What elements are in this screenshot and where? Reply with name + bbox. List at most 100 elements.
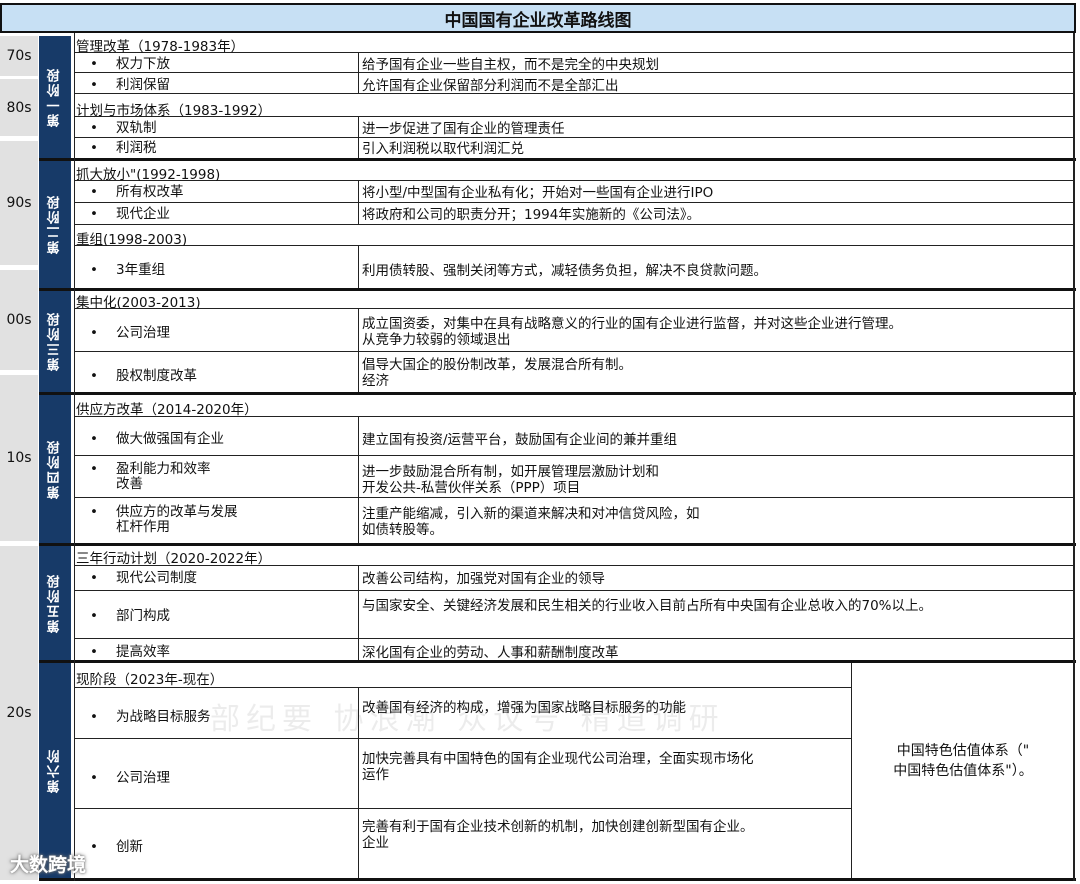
- bullet-icon: •: [90, 461, 98, 477]
- decade-label: 90s: [0, 141, 38, 265]
- bullet-icon: •: [90, 325, 98, 341]
- bullet-icon: •: [90, 120, 98, 136]
- list-item: • 提高效率: [90, 645, 170, 660]
- bullet-icon: •: [90, 709, 98, 725]
- side-note-line: 中国特色估值体系（": [896, 743, 1030, 759]
- row-divider: [74, 202, 1074, 203]
- column-divider: [358, 565, 359, 660]
- decade-label: 80s: [0, 79, 38, 136]
- bullet-icon: •: [90, 140, 98, 156]
- item-description: 引入利润税以取代利润汇兑: [362, 141, 524, 157]
- item-description: 建立国有投资/运营平台，鼓励国有企业间的兼并重组: [362, 432, 678, 448]
- description-line: 注重产能缩减，引入新的渠道来解决和对冲信贷风险，如: [362, 506, 700, 522]
- item-description: 进一步促进了国有企业的管理责任: [362, 121, 565, 137]
- column-divider: [74, 33, 75, 881]
- phase-heading: 三年行动计划（2020-2022年）: [76, 551, 272, 567]
- phase-heading: 现阶段（2023年-现在）: [76, 672, 224, 688]
- row-divider: [74, 455, 1074, 456]
- item-label: 双轨制: [116, 120, 157, 136]
- list-item: • 创新: [90, 840, 143, 855]
- item-description: 将小型/中型国有企业私有化；开始对一些国有企业进行IPO: [362, 185, 714, 201]
- row-divider: [74, 245, 1074, 246]
- watermark: 部纪要 协浪潮 众议号 精道调研: [210, 702, 725, 737]
- item-description: 利用债转股、强制关闭等方式，减轻债务负担，解决不良贷款问题。: [362, 263, 767, 279]
- item-description: 成立国资委，对集中在具有战略意义的行业的国有企业进行监督，并对这些企业进行管理。…: [362, 316, 902, 348]
- item-description: 将政府和公司的职责分开；1994年实施新的《公司法》。: [362, 207, 701, 223]
- description-line: 加快完善具有中国特色的国有企业现代公司治理，全面实现市场化: [362, 751, 754, 767]
- bullet-icon: •: [90, 839, 98, 855]
- bullet-icon: •: [90, 262, 98, 278]
- description-line: 开发公共-私营伙伴关系（PPP）项目: [362, 480, 581, 496]
- item-label: 盈利能力和效率: [116, 461, 211, 477]
- phase-heading: 集中化(2003-2013): [76, 295, 201, 311]
- row-divider: [74, 137, 1074, 138]
- list-item: • 利润税: [90, 141, 157, 156]
- list-item: • 供应方的改革与发展 杠杆作用: [90, 505, 238, 535]
- column-divider: [358, 180, 359, 224]
- brand-logo: 大数跨境: [10, 854, 87, 876]
- description-line: 成立国资委，对集中在具有战略意义的行业的国有企业进行监督，并对这些企业进行管理。: [362, 316, 902, 332]
- item-description: 完善有利于国有企业技术创新的机制，加快创建创新型国有企业。 企业: [362, 819, 754, 851]
- stage-separator: [39, 878, 1076, 881]
- item-description: 给予国有企业一些自主权，而不是完全的中央规划: [362, 57, 659, 73]
- item-label: 现代企业: [116, 206, 170, 222]
- item-description: 注重产能缩减，引入新的渠道来解决和对冲信贷风险，如 如债转股等。: [362, 506, 700, 538]
- list-item: • 所有权改革: [90, 185, 184, 200]
- list-item: • 现代公司制度: [90, 571, 197, 586]
- bullet-icon: •: [90, 504, 98, 520]
- item-label: 公司治理: [116, 325, 170, 341]
- bullet-icon: •: [90, 608, 98, 624]
- description-line: 从竞争力较弱的领域退出: [362, 332, 511, 348]
- side-note: 中国特色估值体系（" 中国特色估值体系"）。: [853, 741, 1073, 781]
- item-label-continued: 改善: [116, 476, 143, 492]
- stage-label: 第五阶段: [39, 546, 71, 660]
- item-label: 所有权改革: [116, 184, 184, 200]
- page-title: 中国国有企业改革路线图: [0, 3, 1076, 33]
- stage-label: 第四阶段: [39, 395, 71, 543]
- list-item: • 公司治理: [90, 326, 170, 341]
- bullet-icon: •: [90, 77, 98, 93]
- table-border: [1073, 33, 1075, 881]
- item-label: 公司治理: [116, 770, 170, 786]
- column-divider: [358, 308, 359, 392]
- row-divider: [74, 497, 1074, 498]
- item-label-continued: 杠杆作用: [116, 519, 170, 535]
- bullet-icon: •: [90, 368, 98, 384]
- list-item: • 现代企业: [90, 207, 170, 222]
- phase-heading: 计划与市场体系（1983-1992）: [76, 103, 272, 119]
- list-item: • 权力下放: [90, 57, 170, 72]
- description-line: 进一步鼓励混合所有制，如开展管理层激励计划和: [362, 464, 659, 480]
- item-description: 加快完善具有中国特色的国有企业现代公司治理，全面实现市场化 运作: [362, 751, 754, 783]
- phase-heading: 重组(1998-2003): [76, 232, 188, 248]
- description-line: 倡导大国企的股份制改革，发展混合所有制。: [362, 357, 632, 373]
- row-divider: [74, 180, 1074, 181]
- row-divider: [74, 808, 852, 809]
- phase-heading: 管理改革（1978-1983年）: [76, 39, 245, 55]
- column-divider: [358, 52, 359, 94]
- item-label: 提高效率: [116, 644, 170, 660]
- item-label: 现代公司制度: [116, 570, 197, 586]
- list-item: • 股权制度改革: [90, 369, 197, 384]
- list-item: • 盈利能力和效率 改善: [90, 462, 211, 492]
- description-line: 如债转股等。: [362, 522, 443, 538]
- decade-label: 10s: [0, 375, 38, 541]
- row-divider: [74, 738, 852, 739]
- description-line: 运作: [362, 767, 389, 783]
- row-divider: [74, 638, 1074, 639]
- item-label: 权力下放: [116, 56, 170, 72]
- list-item: • 做大做强国有企业: [90, 432, 224, 447]
- item-description: 倡导大国企的股份制改革，发展混合所有制。 经济: [362, 357, 632, 389]
- item-description: 允许国有企业保留部分利润而不是全部汇出: [362, 78, 619, 94]
- decade-label: 20s: [0, 546, 38, 880]
- column-divider: [358, 416, 359, 543]
- list-item: • 3年重组: [90, 263, 165, 278]
- row-divider: [74, 590, 1074, 591]
- phase-heading: 抓大放小"(1992-1998): [76, 167, 221, 183]
- column-divider: [358, 116, 359, 158]
- item-label: 股权制度改革: [116, 368, 197, 384]
- item-label: 供应方的改革与发展: [116, 504, 238, 520]
- list-item: • 部门构成: [90, 609, 170, 624]
- stage-separator: [39, 543, 1076, 546]
- stage-label: 第一阶段: [39, 36, 71, 158]
- item-description: 进一步鼓励混合所有制，如开展管理层激励计划和 开发公共-私营伙伴关系（PPP）项目: [362, 464, 659, 496]
